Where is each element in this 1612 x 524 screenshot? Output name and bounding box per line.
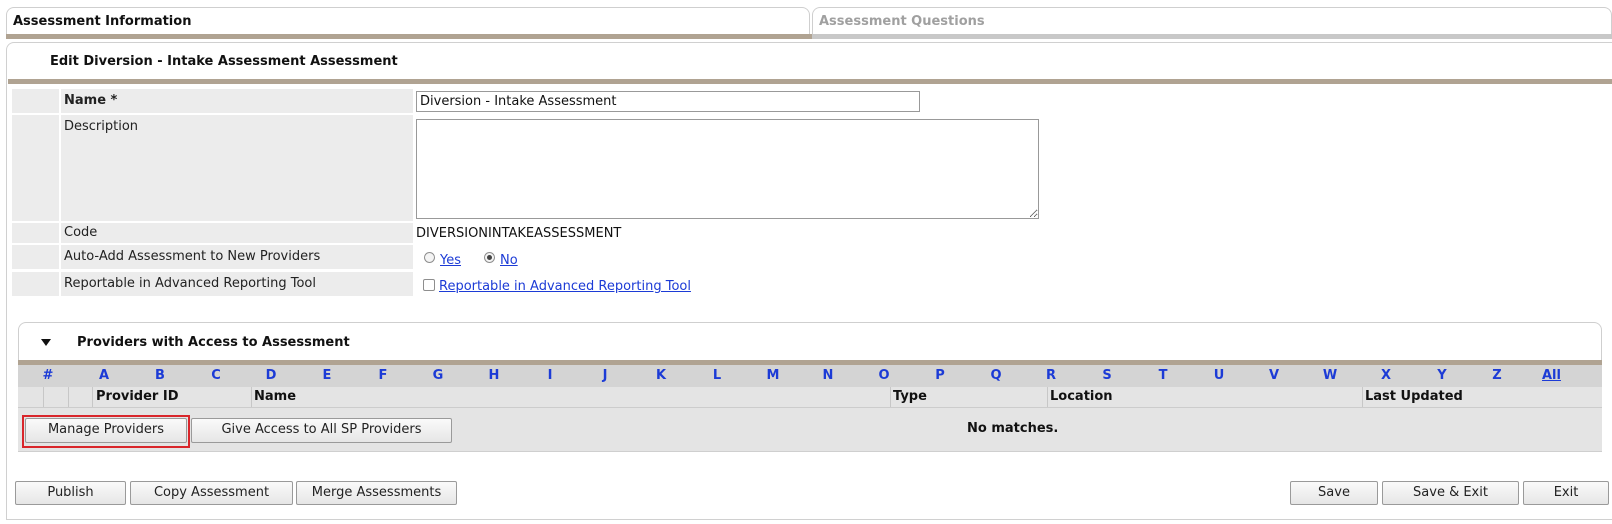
row-spacer bbox=[12, 115, 59, 221]
auto-add-label: Auto-Add Assessment to New Providers bbox=[61, 245, 413, 269]
column-header-name[interactable]: Name bbox=[254, 389, 296, 404]
alpha-filter-y[interactable]: Y bbox=[1432, 368, 1452, 383]
code-value: DIVERSIONINTAKEASSESSMENT bbox=[416, 226, 622, 241]
alpha-filter-v[interactable]: V bbox=[1264, 368, 1284, 383]
active-tab-rule bbox=[6, 34, 812, 39]
alpha-filter-a[interactable]: A bbox=[94, 368, 114, 383]
column-separator bbox=[1362, 387, 1363, 407]
row-spacer bbox=[12, 245, 59, 269]
alpha-filter-m[interactable]: M bbox=[763, 368, 783, 383]
alpha-filter-i[interactable]: I bbox=[540, 368, 560, 383]
column-separator bbox=[890, 387, 891, 407]
alpha-filter-x[interactable]: X bbox=[1376, 368, 1396, 383]
alpha-filter-b[interactable]: B bbox=[150, 368, 170, 383]
manage-providers-button[interactable]: Manage Providers bbox=[25, 418, 187, 443]
alpha-filter-e[interactable]: E bbox=[317, 368, 337, 383]
reportable-checkbox-label[interactable]: Reportable in Advanced Reporting Tool bbox=[439, 279, 691, 294]
row-spacer bbox=[12, 223, 59, 243]
alpha-filter-z[interactable]: Z bbox=[1487, 368, 1507, 383]
reportable-label: Reportable in Advanced Reporting Tool bbox=[61, 272, 413, 296]
row-spacer bbox=[12, 272, 59, 296]
alpha-filter-#[interactable]: # bbox=[38, 368, 58, 383]
alpha-filter-s[interactable]: S bbox=[1097, 368, 1117, 383]
column-separator bbox=[68, 387, 69, 407]
alpha-filter-q[interactable]: Q bbox=[986, 368, 1006, 383]
collapse-triangle-icon[interactable] bbox=[41, 339, 51, 346]
providers-section-title: Providers with Access to Assessment bbox=[77, 335, 350, 350]
alpha-filter-k[interactable]: K bbox=[651, 368, 671, 383]
alpha-filter-j[interactable]: J bbox=[595, 368, 615, 383]
description-field[interactable] bbox=[416, 119, 1039, 219]
column-separator bbox=[43, 387, 44, 407]
merge-assessments-button[interactable]: Merge Assessments bbox=[296, 481, 457, 505]
column-header-provider-id[interactable]: Provider ID bbox=[96, 389, 179, 404]
description-label: Description bbox=[61, 115, 413, 221]
providers-table-header: Provider ID Name Type Location Last Upda… bbox=[18, 387, 1602, 408]
empty-state-text: No matches. bbox=[967, 421, 1059, 436]
give-access-all-button[interactable]: Give Access to All SP Providers bbox=[191, 418, 452, 443]
tab-assessment-information[interactable]: Assessment Information bbox=[6, 7, 810, 35]
save-button[interactable]: Save bbox=[1290, 481, 1378, 505]
tab-assessment-questions[interactable]: Assessment Questions bbox=[812, 7, 1612, 35]
name-label: Name * bbox=[61, 89, 413, 113]
column-separator bbox=[1047, 387, 1048, 407]
column-separator bbox=[92, 387, 93, 407]
alpha-filter-c[interactable]: C bbox=[206, 368, 226, 383]
alpha-filter-o[interactable]: O bbox=[874, 368, 894, 383]
alpha-filter-d[interactable]: D bbox=[261, 368, 281, 383]
column-header-last-updated[interactable]: Last Updated bbox=[1365, 389, 1463, 404]
alpha-filter-l[interactable]: L bbox=[707, 368, 727, 383]
alpha-filter-t[interactable]: T bbox=[1153, 368, 1173, 383]
alpha-filter-p[interactable]: P bbox=[930, 368, 950, 383]
alpha-filter-all[interactable]: All bbox=[1542, 368, 1561, 383]
title-divider bbox=[8, 79, 1612, 84]
alpha-filter-u[interactable]: U bbox=[1209, 368, 1229, 383]
tab-label: Assessment Information bbox=[13, 14, 192, 29]
column-header-location[interactable]: Location bbox=[1050, 389, 1113, 404]
column-separator bbox=[251, 387, 252, 407]
inactive-tab-rule bbox=[812, 34, 1612, 39]
auto-add-no-link[interactable]: No bbox=[500, 253, 518, 268]
auto-add-yes-radio[interactable] bbox=[424, 252, 435, 263]
alpha-filter-g[interactable]: G bbox=[428, 368, 448, 383]
column-header-type[interactable]: Type bbox=[893, 389, 927, 404]
alphabet-filter-bar: # A B C D E F G H I J K L M N O P Q R S … bbox=[18, 365, 1602, 387]
alpha-filter-r[interactable]: R bbox=[1041, 368, 1061, 383]
name-field[interactable] bbox=[416, 91, 920, 112]
alpha-filter-f[interactable]: F bbox=[373, 368, 393, 383]
code-label: Code bbox=[61, 223, 413, 243]
save-and-exit-button[interactable]: Save & Exit bbox=[1382, 481, 1519, 505]
auto-add-yes-link[interactable]: Yes bbox=[440, 253, 461, 268]
alpha-filter-w[interactable]: W bbox=[1320, 368, 1340, 383]
copy-assessment-button[interactable]: Copy Assessment bbox=[130, 481, 293, 505]
reportable-checkbox[interactable] bbox=[423, 279, 435, 291]
alpha-filter-h[interactable]: H bbox=[484, 368, 504, 383]
row-spacer bbox=[12, 89, 59, 113]
alpha-filter-n[interactable]: N bbox=[818, 368, 838, 383]
exit-button[interactable]: Exit bbox=[1523, 481, 1609, 505]
publish-button[interactable]: Publish bbox=[15, 481, 126, 505]
tab-label: Assessment Questions bbox=[819, 14, 985, 29]
auto-add-no-radio[interactable] bbox=[484, 252, 495, 263]
page-title: Edit Diversion - Intake Assessment Asses… bbox=[50, 54, 398, 69]
